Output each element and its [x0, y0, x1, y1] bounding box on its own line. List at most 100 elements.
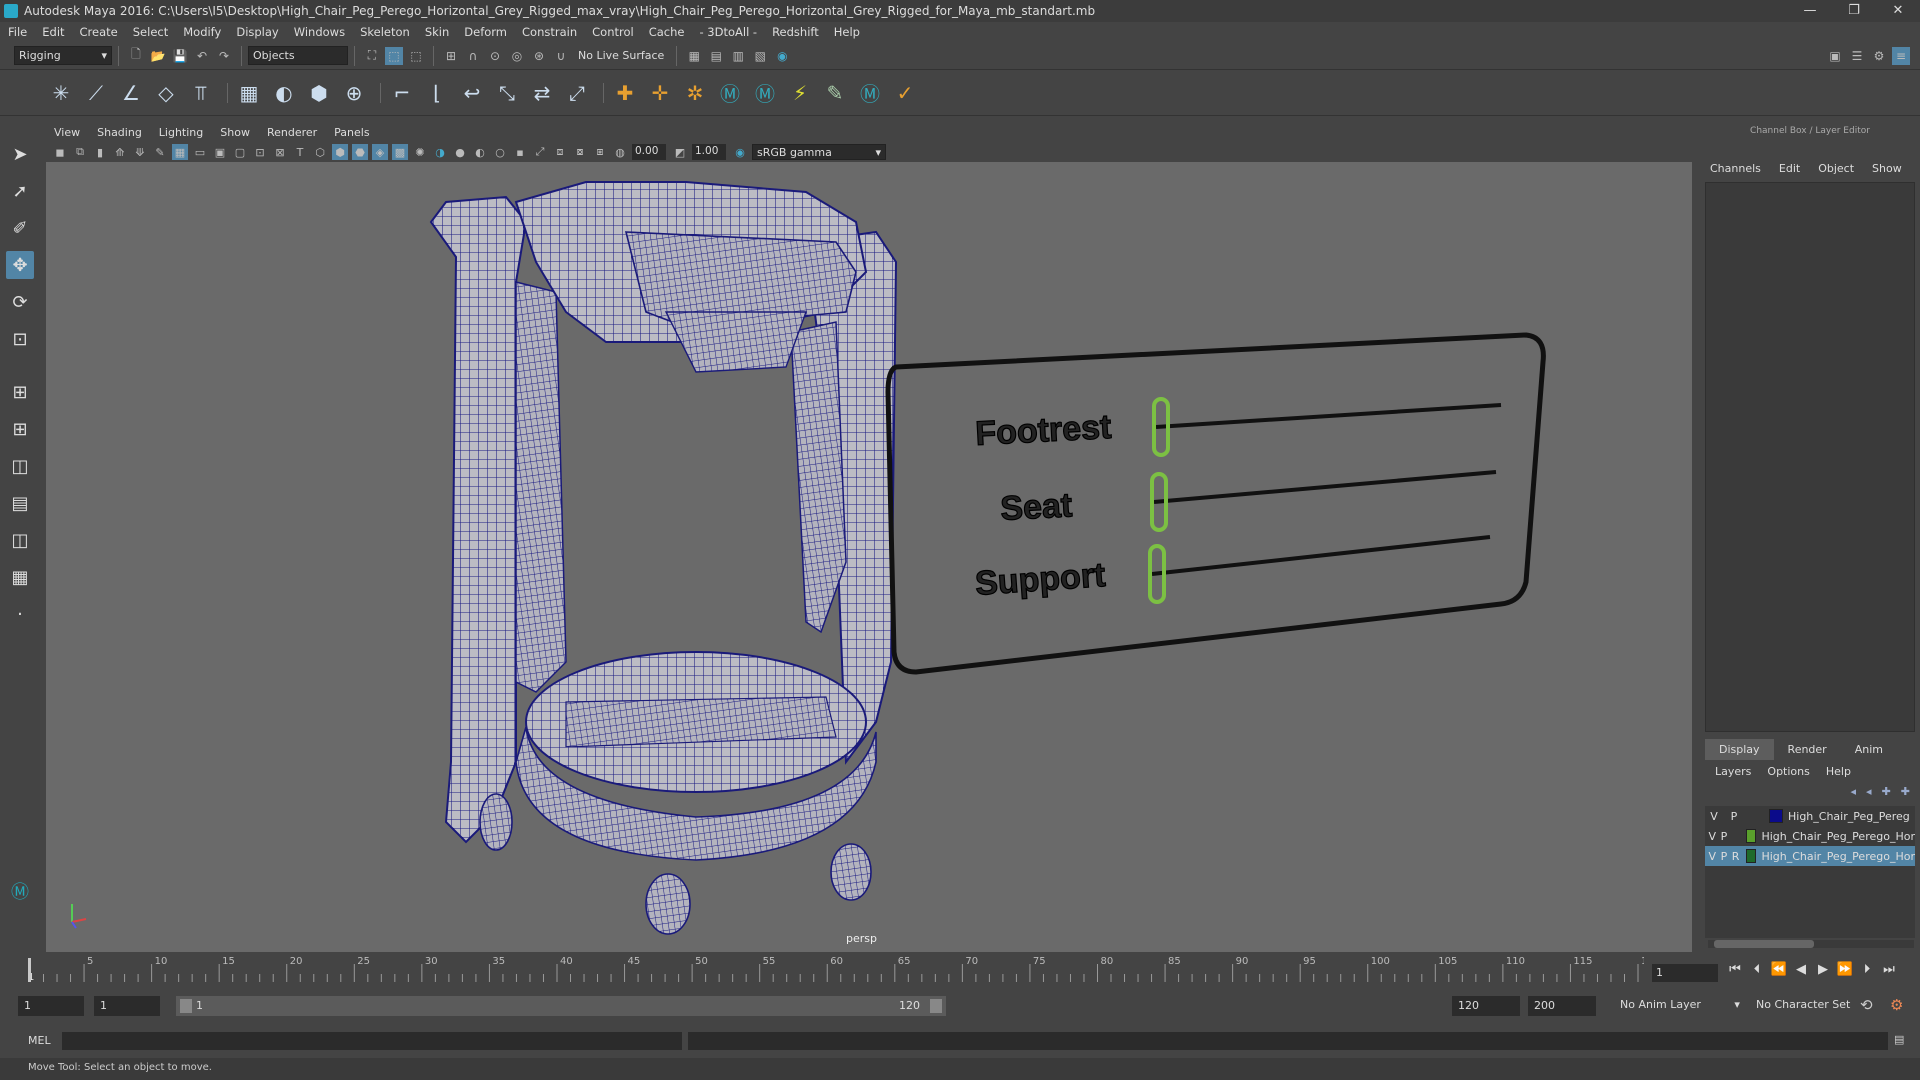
select-tool-icon[interactable]: ➤ [6, 140, 34, 168]
tool-settings-icon[interactable]: ⚙ [1870, 47, 1888, 65]
go-to-start-icon[interactable]: ⏮ [1724, 962, 1746, 977]
panel-menu-view[interactable]: View [54, 126, 80, 139]
play-backwards-icon[interactable]: ◀ [1790, 962, 1812, 977]
menu-control[interactable]: Control [592, 25, 634, 39]
auto-key-icon[interactable]: ⟲ [1860, 996, 1873, 1014]
pole-vector-icon[interactable]: Ⓜ [750, 78, 780, 108]
restore-button[interactable]: ❐ [1832, 0, 1876, 22]
menu-help[interactable]: Help [834, 25, 860, 39]
panel-menu-show[interactable]: Show [220, 126, 250, 139]
persp-graph-layout-icon[interactable]: ▤ [6, 489, 34, 517]
animation-end-field[interactable]: 200 [1528, 996, 1596, 1016]
minimize-button[interactable]: — [1788, 0, 1832, 22]
move-layer-up-icon[interactable]: ◂ [1851, 785, 1857, 798]
layer-playback-toggle[interactable]: P [1720, 850, 1729, 863]
menu-windows[interactable]: Windows [294, 25, 345, 39]
scale-tool-icon[interactable]: ⊡ [6, 325, 34, 353]
mirror-weights-icon[interactable]: ⤡ [492, 78, 522, 108]
more-layouts-icon[interactable]: · [6, 600, 34, 628]
point-constraint-icon[interactable]: ✛ [645, 78, 675, 108]
render-frame-icon[interactable]: ▤ [707, 47, 725, 65]
paint-select-tool-icon[interactable]: ✐ [6, 214, 34, 242]
command-language-label[interactable]: MEL [28, 1034, 51, 1047]
magnet-icon[interactable]: ∪ [552, 47, 570, 65]
xray-components-icon[interactable]: ⧇ [572, 144, 588, 160]
detach-skin-icon[interactable]: ⤢ [562, 78, 592, 108]
current-frame-field[interactable]: 1 [1652, 964, 1718, 982]
lasso-tool-icon[interactable]: ➚ [6, 177, 34, 205]
panel-menu-lighting[interactable]: Lighting [159, 126, 203, 139]
smooth-shade-icon[interactable]: ⬢ [332, 144, 348, 160]
aim-constraint-icon[interactable]: Ⓜ [715, 78, 745, 108]
script-editor-icon[interactable]: ▤ [1894, 1033, 1904, 1046]
camera-icon[interactable]: ◼ [52, 144, 68, 160]
field-chart-icon[interactable]: ⊡ [252, 144, 268, 160]
wireframe-icon[interactable]: ⬡ [312, 144, 328, 160]
four-view-layout-icon[interactable]: ⊞ [6, 415, 34, 443]
layer-playback-toggle[interactable]: P [1728, 810, 1740, 823]
persp-graph-outliner-layout-icon[interactable]: ▦ [6, 563, 34, 591]
layer-color-swatch[interactable] [1769, 809, 1783, 823]
tab-display[interactable]: Display [1705, 739, 1774, 760]
menu-3dtoall[interactable]: - 3DtoAll - [699, 25, 757, 39]
ipr-render-icon[interactable]: ▥ [729, 47, 747, 65]
rotate-tool-icon[interactable]: ⟳ [6, 288, 34, 316]
anti-aliasing-icon[interactable]: ◐ [472, 144, 488, 160]
parent-constraint-icon[interactable]: ✚ [610, 78, 640, 108]
animation-preferences-icon[interactable]: ⚙ [1890, 996, 1903, 1014]
ambient-occlusion-icon[interactable]: ◑ [432, 144, 448, 160]
gamma-icon[interactable]: ◩ [672, 144, 688, 160]
layer-reference-toggle[interactable]: R [1731, 850, 1740, 863]
humanik-icon[interactable]: ⫪ [186, 78, 216, 108]
use-all-lights-icon[interactable]: ▩ [392, 144, 408, 160]
channel-box-menu-edit[interactable]: Edit [1779, 162, 1800, 175]
move-layer-down-icon[interactable]: ◂ [1866, 785, 1872, 798]
animation-start-field[interactable]: 1 [18, 996, 84, 1016]
panel-menu-renderer[interactable]: Renderer [267, 126, 317, 139]
close-button[interactable]: ✕ [1876, 0, 1920, 22]
panel-menu-panels[interactable]: Panels [334, 126, 369, 139]
orient-constraint-icon[interactable]: ✲ [680, 78, 710, 108]
live-surface-label[interactable]: No Live Surface [578, 49, 664, 62]
playback-start-field[interactable]: 1 [94, 996, 160, 1016]
menu-skin[interactable]: Skin [425, 25, 449, 39]
bind-skin-icon[interactable]: ⌐ [387, 78, 417, 108]
wrap-icon[interactable]: ⬢ [304, 78, 334, 108]
xray-joints-icon[interactable]: ⧈ [552, 144, 568, 160]
wire-deformer-icon[interactable]: ⊕ [339, 78, 369, 108]
menu-skeleton[interactable]: Skeleton [360, 25, 410, 39]
xray-icon[interactable]: ⤢ [532, 144, 548, 160]
menu-file[interactable]: File [8, 25, 27, 39]
move-tool-icon[interactable]: ✥ [6, 251, 34, 279]
snap-live-icon[interactable]: ⊛ [530, 47, 548, 65]
new-scene-icon[interactable]: 🗋 [127, 47, 145, 65]
layer-row[interactable]: V P High_Chair_Peg_Perego_Hor [1705, 826, 1915, 846]
layer-visibility-toggle[interactable]: V [1708, 850, 1717, 863]
backface-culling-icon[interactable]: ⧆ [592, 144, 608, 160]
command-input[interactable] [62, 1032, 682, 1050]
layer-menu-options[interactable]: Options [1767, 765, 1809, 778]
layer-menu-help[interactable]: Help [1826, 765, 1851, 778]
snap-curve-icon[interactable]: ∩ [464, 47, 482, 65]
resolution-gate-icon[interactable]: ▣ [212, 144, 228, 160]
shadows-icon[interactable]: ✺ [412, 144, 428, 160]
render-view-icon[interactable]: ▧ [751, 47, 769, 65]
select-object-icon[interactable]: ⬚ [385, 46, 403, 65]
safe-action-icon[interactable]: ⊠ [272, 144, 288, 160]
color-management-icon[interactable]: ◉ [732, 144, 748, 160]
tab-anim[interactable]: Anim [1841, 739, 1897, 760]
menu-modify[interactable]: Modify [183, 25, 221, 39]
attribute-editor-icon[interactable]: ☰ [1848, 47, 1866, 65]
menu-create[interactable]: Create [80, 25, 118, 39]
go-to-end-icon[interactable]: ⏭ [1878, 962, 1900, 977]
scrollbar-thumb[interactable] [1714, 940, 1814, 948]
character-set-dropdown[interactable]: No Character Set [1756, 998, 1850, 1011]
time-slider[interactable]: 5 10 15 20 25 30 35 40 45 50 55 60 65 70 75 80 85 90 95 100… [0, 952, 1920, 986]
channel-box-menu-show[interactable]: Show [1872, 162, 1902, 175]
menu-set-dropdown[interactable]: Rigging ▾ [14, 46, 112, 65]
2d-pan-zoom-icon[interactable]: ⟱ [132, 144, 148, 160]
select-component-icon[interactable]: ⬚ [407, 47, 425, 65]
menu-edit[interactable]: Edit [42, 25, 64, 39]
lattice-icon[interactable]: ▦ [234, 78, 264, 108]
safe-title-icon[interactable]: T [292, 144, 308, 160]
